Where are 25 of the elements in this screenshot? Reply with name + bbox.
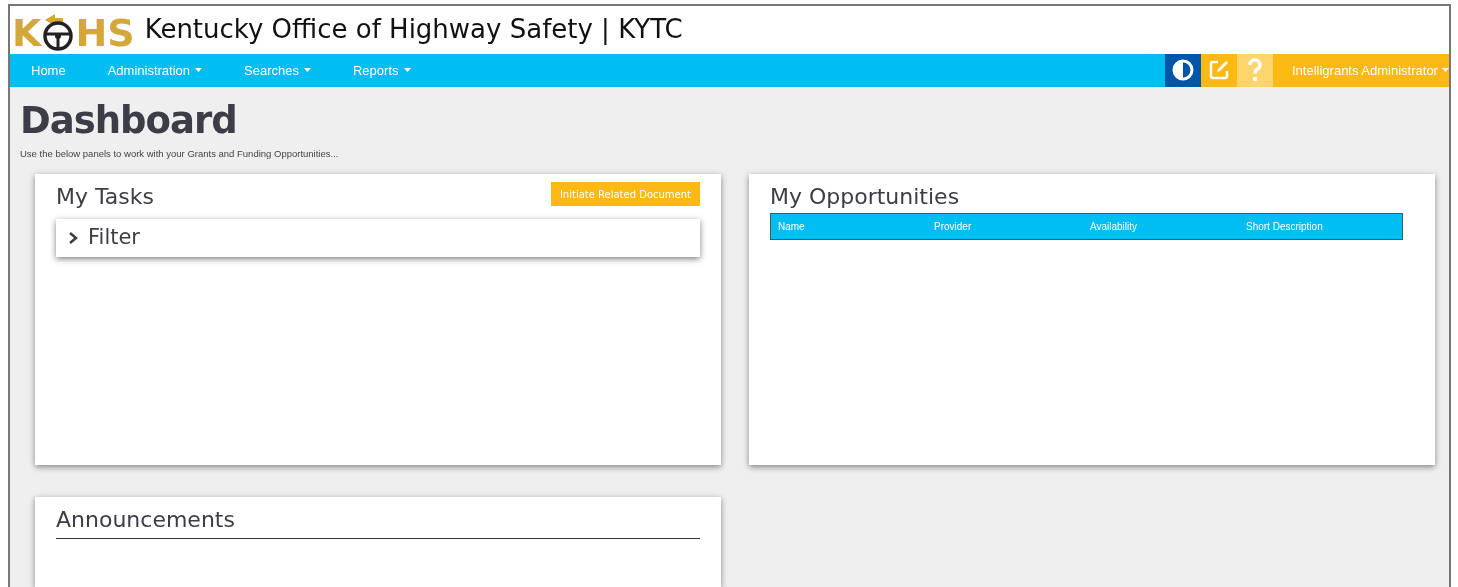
- filter-header[interactable]: Filter: [56, 219, 700, 257]
- page-title: Dashboard: [20, 100, 238, 141]
- site-title: Kentucky Office of Highway Safety | KYTC: [144, 13, 683, 47]
- column-header: Name: [778, 220, 806, 234]
- column-header: Provider: [934, 220, 973, 234]
- contrast-icon: [1172, 59, 1194, 82]
- contrast-toggle-button[interactable]: [1165, 53, 1201, 87]
- help-button[interactable]: [1237, 53, 1273, 87]
- nav-link[interactable]: Searches: [223, 53, 332, 87]
- help-icon: [1247, 58, 1263, 83]
- page-subtitle: Use the below panels to work with your Grants and Funding Opportunities...: [20, 146, 340, 161]
- logo-letter: K: [12, 13, 42, 52]
- steering-wheel-icon: [41, 11, 76, 52]
- column-header: Availability: [1090, 220, 1139, 234]
- panel-title: Announcements: [56, 503, 700, 539]
- initiate-document-button[interactable]: Initiate Related Document: [550, 182, 700, 206]
- logo-letters: HS: [75, 13, 135, 52]
- panel-title: My Tasks: [56, 183, 154, 211]
- edit-icon: [1208, 59, 1230, 82]
- nav-link[interactable]: Administration: [86, 53, 224, 87]
- column-header: Short Description: [1246, 220, 1324, 234]
- panel-title: My Opportunities: [770, 183, 961, 211]
- nav-link[interactable]: Reports: [332, 53, 432, 87]
- nav-link[interactable]: Home: [10, 53, 87, 87]
- user-menu[interactable]: Intelligrants Administrator: [1273, 53, 1449, 87]
